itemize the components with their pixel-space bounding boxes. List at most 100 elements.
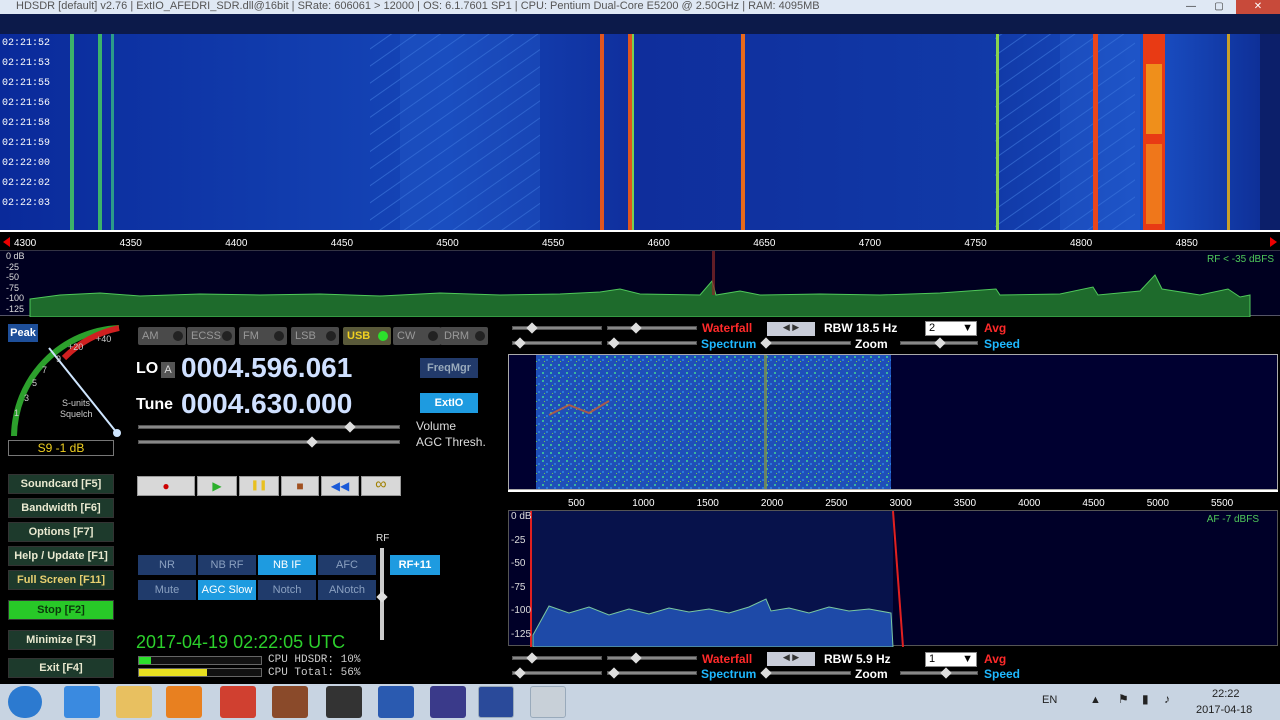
frequency-tick: 4450 (330, 238, 354, 249)
flag-icon[interactable]: ⚑ (1118, 692, 1129, 706)
tune-frequency[interactable]: 0004.630.000 (181, 388, 352, 420)
nb-rf-button[interactable]: NB RF (198, 555, 256, 575)
close-button[interactable]: ✕ (1236, 0, 1280, 14)
mode-cw-button[interactable]: CW (393, 327, 441, 345)
extio-button[interactable]: ExtIO (420, 393, 478, 413)
network-icon[interactable]: ▮ (1142, 692, 1149, 706)
af-frequency-scale[interactable]: 500 1000 1500 2000 2500 3000 3500 4000 4500 5000 5… (508, 490, 1278, 510)
zoom2-slider[interactable] (767, 671, 851, 675)
scroll-left-icon[interactable] (3, 237, 10, 247)
agc-slow-button[interactable]: AGC Slow (198, 580, 256, 600)
af-frequency-tick: 4000 (1018, 498, 1041, 509)
start-button[interactable] (8, 686, 42, 718)
play-button[interactable]: ▶ (197, 476, 237, 496)
loop-button[interactable]: ∞ (361, 476, 401, 496)
language-indicator[interactable]: EN (1042, 694, 1057, 706)
sstv-app-icon[interactable] (430, 686, 466, 718)
mute-button[interactable]: Mute (138, 580, 196, 600)
stop-button[interactable]: Stop [F2] (8, 600, 114, 620)
chevron-down-icon: ▼ (962, 653, 973, 665)
zoom-slider[interactable] (767, 341, 851, 345)
af2-spectrum-slider-2[interactable] (607, 671, 697, 675)
af-spectrum-slider-2[interactable] (607, 341, 697, 345)
clock-date[interactable]: 2017-04-18 (1196, 704, 1252, 716)
hdsdr-taskbar-icon[interactable] (478, 686, 514, 718)
rf-spectrum[interactable]: 0 dB -25 -50 -75 -100 -125 RF < -35 dBFS (0, 250, 1280, 317)
soundcard-button[interactable]: Soundcard [F5] (8, 474, 114, 494)
mode-indicator-icon (222, 331, 232, 341)
file-explorer-icon[interactable] (116, 686, 152, 718)
rf-level-readout: RF < -35 dBFS (1207, 254, 1274, 265)
mode-am-button[interactable]: AM (138, 327, 186, 345)
af-frequency-tick: 4500 (1082, 498, 1105, 509)
avg-select[interactable]: 2 ▼ (925, 321, 977, 336)
exit-button[interactable]: Exit [F4] (8, 658, 114, 678)
tune-label: Tune (136, 396, 174, 413)
clock-time[interactable]: 22:22 (1212, 688, 1240, 700)
db-label: -100 (6, 293, 25, 303)
rbw2-label: RBW 5.9 Hz (824, 652, 891, 666)
hdsdr-window: HDSDR [default] v2.76 | ExtIO_AFEDRI_SDR… (0, 0, 1280, 720)
mode-fm-button[interactable]: FM (239, 327, 287, 345)
avg2-select[interactable]: 1 ▼ (925, 652, 977, 667)
mode-am-label: AM (142, 330, 159, 342)
media-player-icon[interactable] (166, 686, 202, 718)
pause-button[interactable]: ❚❚ (239, 476, 279, 496)
s-meter-reading: S9 -1 dB (8, 440, 114, 456)
notch-button[interactable]: Notch (258, 580, 316, 600)
internet-explorer-icon[interactable] (64, 686, 100, 718)
timestamp-label: 02:21:53 (2, 58, 51, 69)
mode-lsb-button[interactable]: LSB (291, 327, 339, 345)
squelch-label: Squelch (60, 409, 93, 419)
mode-ecss-button[interactable]: ECSS (187, 327, 235, 345)
af-waterfall-slider-2[interactable] (607, 326, 697, 330)
af-waterfall[interactable] (508, 354, 1278, 490)
help-update-button[interactable]: Help / Update [F1] (8, 546, 114, 566)
mode-drm-button[interactable]: DRM (440, 327, 488, 345)
volume-slider[interactable] (138, 425, 400, 429)
cpu-hdsdr-bar (138, 656, 262, 665)
af-frequency-tick: 1500 (696, 498, 719, 509)
sigma-app-icon[interactable] (378, 686, 414, 718)
af-spectrum[interactable]: 0 dB -25 -50 -75 -100 -125 AF -7 dBFS (508, 510, 1278, 647)
app-icon[interactable] (326, 686, 362, 718)
full-screen-button[interactable]: Full Screen [F11] (8, 570, 114, 590)
stop-playback-button[interactable]: ■ (281, 476, 319, 496)
nb-if-button[interactable]: NB IF (258, 555, 316, 575)
nr-button[interactable]: NR (138, 555, 196, 575)
maximize-button[interactable]: ▢ (1206, 0, 1232, 14)
freqmgr-button[interactable]: FreqMgr (420, 358, 478, 378)
volume-icon[interactable]: ♪ (1164, 692, 1170, 706)
minimize-app-button[interactable]: Minimize [F3] (8, 630, 114, 650)
af-db-label: -125 (511, 628, 532, 640)
timestamp-label: 02:22:03 (2, 198, 51, 209)
minimize-button[interactable]: — (1178, 0, 1204, 14)
options-button[interactable]: Options [F7] (8, 522, 114, 542)
avg-select-value: 2 (929, 322, 936, 334)
window-taskbar-icon[interactable] (530, 686, 566, 718)
mode-lsb-label: LSB (295, 330, 316, 342)
rf-waterfall[interactable]: 02:21:52 02:21:53 02:21:55 02:21:56 02:21:58… (0, 34, 1280, 230)
rbw2-stepper[interactable]: ◀ ▶ (767, 652, 815, 666)
radio-app-icon[interactable] (272, 686, 308, 718)
af2-spectrum-label: Spectrum (701, 667, 757, 681)
chrome-icon[interactable] (220, 686, 256, 718)
tray-arrow-icon[interactable]: ▲ (1090, 694, 1101, 706)
lo-a-badge[interactable]: A (161, 362, 175, 378)
timestamp-label: 02:21:55 (2, 78, 51, 89)
afc-button[interactable]: AFC (318, 555, 376, 575)
anotch-button[interactable]: ANotch (318, 580, 376, 600)
lo-frequency[interactable]: 0004.596.061 (181, 352, 352, 384)
speed2-slider[interactable] (900, 671, 978, 675)
db-label: -125 (6, 303, 25, 314)
mode-usb-button[interactable]: USB (343, 327, 391, 345)
rf-gain-value[interactable]: RF+11 (390, 555, 440, 575)
rewind-button[interactable]: ◀◀ (321, 476, 359, 496)
bandwidth-button[interactable]: Bandwidth [F6] (8, 498, 114, 518)
scroll-right-icon[interactable] (1270, 237, 1277, 247)
agc-threshold-slider[interactable] (138, 440, 400, 444)
record-button[interactable]: ● (137, 476, 195, 496)
rf-frequency-scale[interactable]: 4300 4350 4400 4450 4500 4550 4600 4650 4700 4750… (0, 230, 1280, 250)
af2-waterfall-slider-2[interactable] (607, 656, 697, 660)
rbw-stepper[interactable]: ◀ ▶ (767, 322, 815, 336)
